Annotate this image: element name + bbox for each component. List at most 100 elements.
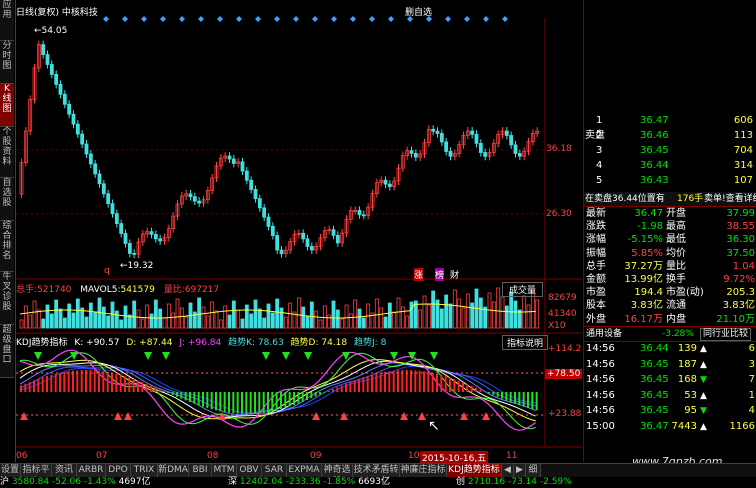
ad-line[interactable]: 在卖盘36.44位置有 176手 卖单!查看详细 xyxy=(584,192,756,206)
tick-volume: 53 xyxy=(684,389,697,401)
indicator-help-button[interactable]: 指标说明 xyxy=(502,335,549,350)
sell-level-row[interactable]: 2 36.46 113 xyxy=(584,129,756,143)
candle-body xyxy=(58,83,63,95)
stat-value: 1.04 xyxy=(732,260,755,272)
industry-compare-button[interactable]: 同行业比较 xyxy=(700,328,752,341)
remove-watchlist-button[interactable]: 删自选 xyxy=(405,5,432,18)
buy-signal-icon xyxy=(20,412,28,420)
volume-bar xyxy=(409,301,414,329)
volume-bar xyxy=(149,313,154,329)
marker-badge[interactable]: 涨 xyxy=(414,268,424,281)
indicator-tab[interactable]: BBI xyxy=(189,464,212,477)
stat-row: 涨跌 -1.98 最高 38.55 xyxy=(584,220,756,233)
tick-volume: 7443 xyxy=(671,420,697,432)
marker-badge[interactable]: 财 xyxy=(450,268,459,281)
indicator-tab[interactable]: ◀ xyxy=(502,464,514,477)
indicator-tab[interactable]: 神奇选股 xyxy=(322,464,353,487)
indicator-tab[interactable]: 新DMA xyxy=(158,464,189,477)
indicator-tab[interactable]: 资讯 xyxy=(52,464,77,477)
volume-button[interactable]: 成交量 xyxy=(502,282,544,297)
stat-value: 5.85% xyxy=(631,247,663,259)
volume-bar xyxy=(314,310,319,329)
candle-body xyxy=(361,214,366,217)
candle-body xyxy=(231,158,236,164)
indicator-tab[interactable]: EXPMA xyxy=(287,464,322,477)
buy-signal-icon xyxy=(340,412,348,420)
sell-level-row[interactable]: 3 36.45 704 xyxy=(584,144,756,158)
indicator-tab[interactable]: ▶ xyxy=(514,464,526,477)
stat-value: 16.17万 xyxy=(624,313,663,325)
stat-label: 股本 xyxy=(586,300,606,312)
tab-diagnose[interactable]: 牛叉诊股 xyxy=(0,272,14,325)
volume-bar xyxy=(253,299,258,329)
candle-body xyxy=(483,152,488,157)
x-label: 06 xyxy=(16,451,28,461)
volume-bar xyxy=(509,291,514,329)
indicator-tab[interactable]: 神廉庄指标 xyxy=(400,464,447,477)
tab-label: 综合排名 xyxy=(2,221,12,261)
volume-bar xyxy=(344,304,349,329)
level-price: 36.47 xyxy=(640,115,669,126)
candle-body xyxy=(153,233,158,240)
indicator-tab[interactable]: 技术矛盾转 xyxy=(353,464,400,477)
indicator-tab[interactable]: 细 xyxy=(526,464,541,477)
info-marker-icon xyxy=(369,16,375,22)
indicator-tab[interactable]: OBV xyxy=(237,464,262,477)
volume-bar xyxy=(88,302,93,329)
indicator-tab[interactable]: ARBR xyxy=(77,464,106,477)
candle-body xyxy=(409,150,414,154)
volume-bar xyxy=(478,297,483,329)
indicator-tab[interactable]: MTM xyxy=(212,464,237,477)
info-marker-icon xyxy=(255,16,261,22)
tick-time: 14:56 xyxy=(586,374,615,385)
tab-watchlist[interactable]: 自选股 xyxy=(0,178,14,221)
indicator-tab[interactable]: SAR xyxy=(262,464,287,477)
candle-body xyxy=(114,213,119,224)
tab-app[interactable]: 应用 xyxy=(0,0,14,41)
tab-kline[interactable]: K线图 xyxy=(0,84,14,127)
info-marker-icon xyxy=(274,16,280,22)
tick-extra: 6 xyxy=(748,343,755,354)
marker-badge[interactable]: 榜 xyxy=(435,268,445,281)
indicator-tab[interactable]: 设置 xyxy=(0,464,21,477)
arrow-up-icon: ▲ xyxy=(700,390,707,401)
kdj-current-label: +78.50 xyxy=(545,369,583,379)
index-quote[interactable]: 深 12402.04 -233.36 -1.85% 6693亿 xyxy=(228,477,390,487)
indicator-tab[interactable]: 指标平台 xyxy=(21,464,52,487)
indicator-tab[interactable]: KDJ趋势指标 xyxy=(447,464,502,477)
candle-body xyxy=(132,252,137,255)
volume-bar xyxy=(379,307,384,329)
volume-bar xyxy=(249,313,254,329)
tab-timeshare[interactable]: 分时图 xyxy=(0,41,14,84)
sell-level-row[interactable]: 1 36.47 606 xyxy=(584,114,756,128)
indicator-tab[interactable]: TRIX xyxy=(131,464,158,477)
candle-body xyxy=(67,103,72,115)
tab-super-order[interactable]: 超级盘口 xyxy=(0,325,14,378)
tab-stock-info[interactable]: 个股资料 xyxy=(0,127,14,178)
volume-bar xyxy=(448,303,453,329)
price-high-label: ←54.05 xyxy=(34,26,68,36)
sell-level-row[interactable]: 5 36.43 107 xyxy=(584,174,756,188)
sell-signal-icon xyxy=(390,352,398,360)
candle-body xyxy=(275,235,280,251)
volume-bar xyxy=(106,315,111,329)
candle-body xyxy=(80,133,85,145)
indicator-tab[interactable]: DPO xyxy=(106,464,131,477)
info-marker-icon xyxy=(217,16,223,22)
level-volume: 107 xyxy=(733,175,753,186)
volume-bar xyxy=(36,309,41,329)
kline-chart[interactable]: 日线(复权) 中核科技 删自选 ←54.05 ←19.32 36.18 26.3… xyxy=(16,0,583,464)
candle-body xyxy=(54,74,59,85)
volume-bar xyxy=(231,300,236,329)
tab-ranking[interactable]: 综合排名 xyxy=(0,221,14,272)
volume-bar xyxy=(418,309,423,329)
index-quote[interactable]: 创 2710.16 -73.14 -2.59% xyxy=(456,477,572,487)
volume-bar xyxy=(205,315,210,329)
arrow-up-icon: ▲ xyxy=(700,344,707,354)
volume-bar xyxy=(353,299,358,329)
candle-body xyxy=(478,142,483,153)
volume-bar xyxy=(197,297,202,329)
sell-level-row[interactable]: 4 36.44 314 xyxy=(584,159,756,173)
volume-axis-label: 82679 xyxy=(548,293,577,303)
index-quote[interactable]: 沪 3580.84 -52.06 -1.43% 4697亿 xyxy=(0,477,151,487)
